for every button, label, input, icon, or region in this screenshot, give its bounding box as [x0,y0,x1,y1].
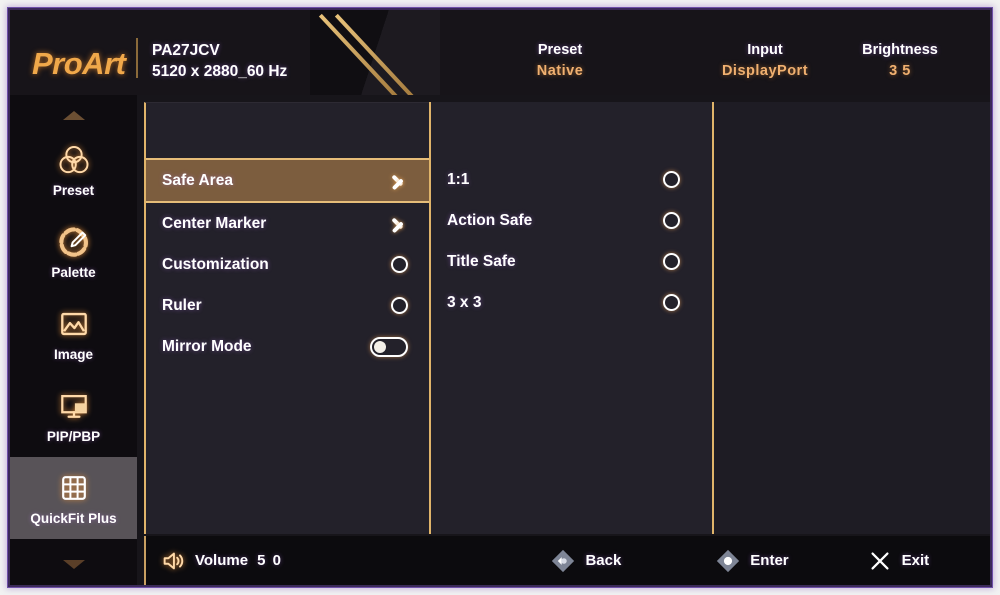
header-status-input: Input DisplayPort [685,40,845,82]
menu-column: Safe Area Center Marker Customization Ru… [144,102,432,534]
brightness-value: 3 5 [889,63,911,79]
enter-label: Enter [750,552,789,569]
back-label: Back [585,552,622,569]
sidebar-item-label: Palette [51,265,96,280]
proart-logo: ProArt [32,46,126,81]
sidebar-item-palette[interactable]: Palette [10,211,137,293]
submenu-option-1-1[interactable]: 1:1 [431,159,712,200]
chevron-up-icon [62,110,85,120]
monitor-model-info: PA27JCV 5120 x 2880_60 Hz [152,40,287,82]
radio-button-1-1[interactable] [663,171,680,188]
header-divider [136,38,138,78]
toggle-knob [374,340,386,353]
menu-item-customization[interactable]: Customization [146,244,432,285]
venn-circles-icon [55,142,93,178]
submenu-option-action-safe[interactable]: Action Safe [431,200,712,241]
sidebar-item-preset[interactable]: Preset [10,129,137,211]
osd-screen: ProArt PA27JCV 5120 x 2880_60 Hz Preset … [0,0,1000,595]
radio-button-action-safe[interactable] [663,212,680,229]
sidebar-item-pip-pbp[interactable]: PIP/PBP [10,375,137,457]
chevron-right-icon [392,212,408,236]
sidebar: Preset Palette Image PIP/PBP QuickFit Pl… [10,95,137,585]
sidebar-item-label: Image [53,347,94,362]
submenu-option-label: Action Safe [447,211,533,229]
picture-icon [55,306,93,342]
menu-item-label: Center Marker [162,214,267,232]
submenu-option-3x3[interactable]: 3 x 3 [431,282,712,323]
radio-button-ruler[interactable] [391,297,408,314]
menu-item-label: Mirror Mode [162,337,252,355]
pip-monitor-icon [55,388,93,424]
color-picker-icon [55,224,93,260]
input-value: DisplayPort [721,63,809,79]
joystick-left-icon [550,548,576,574]
submenu-column: 1:1 Action Safe Title Safe 3 x 3 [431,102,712,534]
sidebar-scroll-down-button[interactable] [10,547,137,581]
menu-item-label: Safe Area [162,171,233,189]
menu-item-label: Customization [162,255,269,273]
menu-item-center-marker[interactable]: Center Marker [146,203,432,244]
chevron-down-icon [62,559,85,569]
osd-footer: Volume 5 0 Back Enter Exit [144,536,990,585]
sidebar-item-image[interactable]: Image [10,293,137,375]
speaker-icon [160,548,186,574]
sidebar-item-quickfit-plus[interactable]: QuickFit Plus [10,457,137,539]
model-name: PA27JCV [152,42,220,59]
volume-label: Volume [195,552,249,569]
radio-button-3x3[interactable] [663,294,680,311]
radio-button-title-safe[interactable] [663,253,680,270]
menu-item-ruler[interactable]: Ruler [146,285,432,326]
submenu-option-label: 3 x 3 [447,293,482,311]
volume-value: 5 0 [257,552,283,569]
radio-button-customization[interactable] [391,256,408,273]
menu-item-mirror-mode[interactable]: Mirror Mode [146,326,432,367]
grid-icon [55,470,93,506]
toggle-switch-mirror-mode[interactable] [370,336,408,357]
sidebar-item-label: PIP/PBP [46,429,101,444]
resolution-refresh: 5120 x 2880_60 Hz [152,63,288,80]
submenu-option-label: Title Safe [447,252,516,270]
sidebar-item-label: QuickFit Plus [30,511,117,526]
osd-header: ProArt PA27JCV 5120 x 2880_60 Hz Preset … [10,10,990,95]
footer-exit-button[interactable]: Exit [867,536,930,585]
menu-item-safe-area[interactable]: Safe Area [146,158,432,203]
sidebar-item-label: Preset [52,183,95,198]
brightness-label: Brightness [862,42,938,58]
footer-enter-button[interactable]: Enter [715,536,789,585]
header-status-brightness: Brightness 3 5 [830,40,970,82]
menu-item-label: Ruler [162,296,202,314]
preview-column [714,102,990,534]
footer-volume[interactable]: Volume 5 0 [160,536,282,585]
joystick-center-icon [715,548,741,574]
sidebar-scroll-up-button[interactable] [10,98,137,132]
input-label: Input [747,42,783,58]
header-status-preset: Preset Native [480,40,640,82]
chevron-right-icon [392,169,408,193]
footer-back-button[interactable]: Back [550,536,621,585]
close-x-icon [867,548,893,574]
preset-label: Preset [537,42,583,58]
exit-label: Exit [901,552,930,569]
submenu-option-label: 1:1 [447,170,470,188]
submenu-option-title-safe[interactable]: Title Safe [431,241,712,282]
osd-panel: ProArt PA27JCV 5120 x 2880_60 Hz Preset … [10,10,990,585]
preset-value: Native [536,63,584,79]
